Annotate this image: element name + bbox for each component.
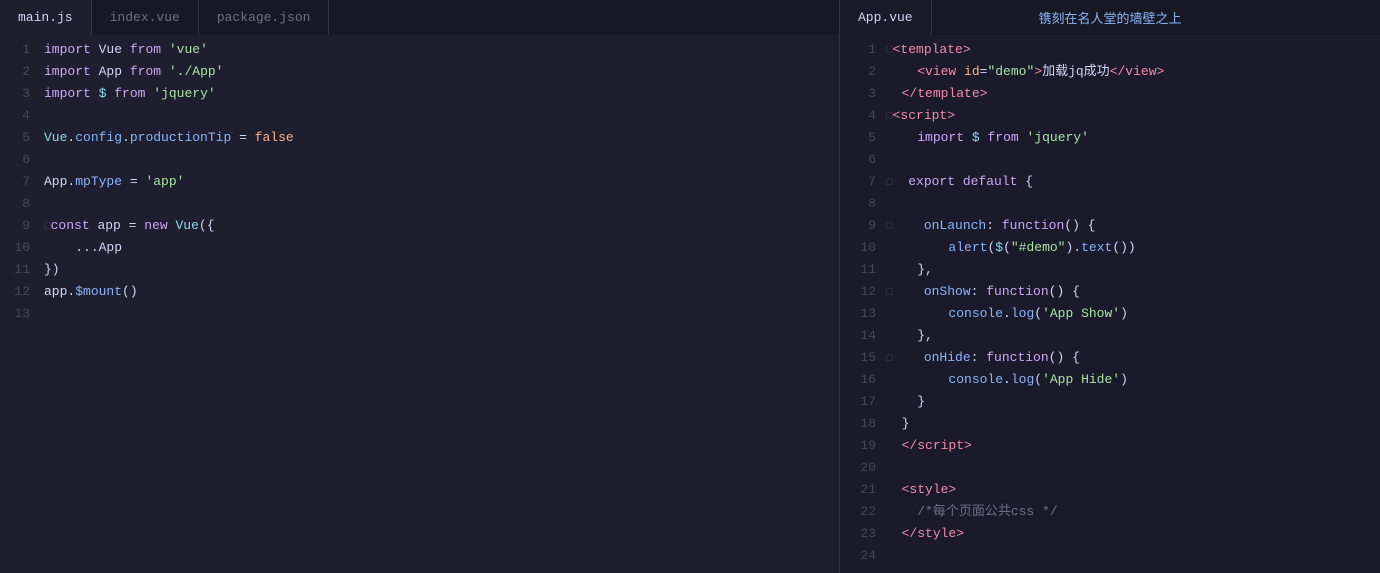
right-code-line-22: /*每个页面公共css */	[884, 501, 1380, 523]
right-code-line-23: </style>	[884, 523, 1380, 545]
right-code-line-18: }	[884, 413, 1380, 435]
rln-18: 18	[860, 413, 876, 435]
ln-7: 7	[22, 171, 30, 193]
left-code-lines: import Vue from 'vue' import App from '.…	[40, 39, 839, 569]
right-code-line-24	[884, 545, 1380, 567]
ln-2: 2	[22, 61, 30, 83]
ln-13: 13	[14, 303, 30, 325]
right-panel: App.vue 镌刻在名人堂的墙壁之上 1 2 3 4 5 6 7 8 9 10…	[840, 0, 1380, 573]
rln-10: 10	[860, 237, 876, 259]
ln-10: 10	[14, 237, 30, 259]
left-code-line-9: □const app = new Vue({	[40, 215, 839, 237]
ln-8: 8	[22, 193, 30, 215]
rln-5: 5	[868, 127, 876, 149]
right-tabs-bar: App.vue 镌刻在名人堂的墙壁之上	[840, 0, 1380, 35]
right-code-line-16: console.log('App Hide')	[884, 369, 1380, 391]
rln-13: 13	[860, 303, 876, 325]
rln-23: 23	[860, 523, 876, 545]
ln-1: 1	[22, 39, 30, 61]
ln-4: 4	[22, 105, 30, 127]
right-code-line-7: □ export default {	[884, 171, 1380, 193]
editor-container: main.js index.vue package.json 1 2 3 4 5…	[0, 0, 1380, 573]
left-code-line-5: Vue.config.productionTip = false	[40, 127, 839, 149]
tab-package-json[interactable]: package.json	[199, 0, 330, 35]
ln-11: 11	[14, 259, 30, 281]
right-code-line-20	[884, 457, 1380, 479]
right-code-line-19: </script>	[884, 435, 1380, 457]
rln-16: 16	[860, 369, 876, 391]
right-code-line-9: □ onLaunch: function() {	[884, 215, 1380, 237]
left-code-line-11: })	[40, 259, 839, 281]
ln-3: 3	[22, 83, 30, 105]
rln-24: 24	[860, 545, 876, 567]
right-code-line-3: </template>	[884, 83, 1380, 105]
tab-app-vue[interactable]: App.vue	[840, 0, 932, 35]
rln-9: 9	[868, 215, 876, 237]
right-code-line-2: <view id="demo">加载jq成功</view>	[884, 61, 1380, 83]
rln-1: 1	[868, 39, 876, 61]
rln-11: 11	[860, 259, 876, 281]
rln-21: 21	[860, 479, 876, 501]
right-code-line-11: },	[884, 259, 1380, 281]
right-code-area: 1 2 3 4 5 6 7 8 9 10 11 12 13 14 15 16 1…	[840, 35, 1380, 573]
left-code-line-4	[40, 105, 839, 127]
right-code-line-21: <style>	[884, 479, 1380, 501]
rln-4: 4	[868, 105, 876, 127]
rln-17: 17	[860, 391, 876, 413]
rln-12: 12	[860, 281, 876, 303]
right-code-line-14: },	[884, 325, 1380, 347]
ln-12: 12	[14, 281, 30, 303]
rln-6: 6	[868, 149, 876, 171]
right-code-line-12: □ onShow: function() {	[884, 281, 1380, 303]
left-code-line-6	[40, 149, 839, 171]
tab-main-js[interactable]: main.js	[0, 0, 92, 35]
ln-9: 9	[22, 215, 30, 237]
ln-6: 6	[22, 149, 30, 171]
tab-index-vue[interactable]: index.vue	[92, 0, 199, 35]
rln-7: 7	[868, 171, 876, 193]
right-code-line-13: console.log('App Show')	[884, 303, 1380, 325]
right-code-line-4: □<script>	[884, 105, 1380, 127]
left-code-line-8	[40, 193, 839, 215]
left-code-line-10: ...App	[40, 237, 839, 259]
right-line-numbers: 1 2 3 4 5 6 7 8 9 10 11 12 13 14 15 16 1…	[840, 39, 884, 569]
left-code-area: 1 2 3 4 5 6 7 8 9 10 11 12 13 import Vue…	[0, 35, 839, 573]
rln-19: 19	[860, 435, 876, 457]
right-code-line-15: □ onHide: function() {	[884, 347, 1380, 369]
right-code-line-1: □<template>	[884, 39, 1380, 61]
right-code-line-17: }	[884, 391, 1380, 413]
rln-15: 15	[860, 347, 876, 369]
right-code-line-8	[884, 193, 1380, 215]
left-code-line-13	[40, 303, 839, 325]
left-panel: main.js index.vue package.json 1 2 3 4 5…	[0, 0, 840, 573]
left-line-numbers: 1 2 3 4 5 6 7 8 9 10 11 12 13	[0, 39, 40, 569]
right-code-line-6	[884, 149, 1380, 171]
rln-22: 22	[860, 501, 876, 523]
rln-3: 3	[868, 83, 876, 105]
left-code-line-7: App.mpType = 'app'	[40, 171, 839, 193]
rln-14: 14	[860, 325, 876, 347]
left-code-line-3: import $ from 'jquery'	[40, 83, 839, 105]
left-code-line-12: app.$mount()	[40, 281, 839, 303]
rln-2: 2	[868, 61, 876, 83]
ln-5: 5	[22, 127, 30, 149]
left-tabs-bar: main.js index.vue package.json	[0, 0, 839, 35]
right-code-line-5: import $ from 'jquery'	[884, 127, 1380, 149]
right-code-line-10: alert($("#demo").text())	[884, 237, 1380, 259]
rln-8: 8	[868, 193, 876, 215]
left-code-line-1: import Vue from 'vue'	[40, 39, 839, 61]
right-code-lines: □<template> <view id="demo">加载jq成功</view…	[884, 39, 1380, 569]
watermark-text: 镌刻在名人堂的墙壁之上	[1038, 0, 1181, 35]
left-code-line-2: import App from './App'	[40, 61, 839, 83]
rln-20: 20	[860, 457, 876, 479]
